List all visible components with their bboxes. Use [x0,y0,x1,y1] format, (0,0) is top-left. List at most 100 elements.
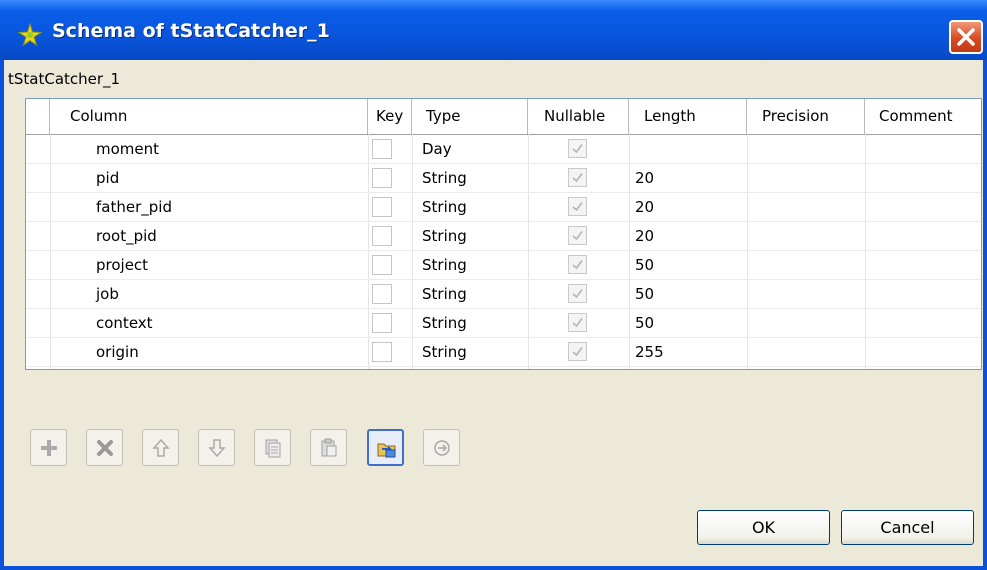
checkmark-icon [572,260,583,270]
cell-column[interactable]: origin [50,338,368,366]
window-title: Schema of tStatCatcher_1 [52,20,330,42]
checkmark-icon [572,231,583,241]
copy-icon [265,439,281,458]
nullable-checkbox[interactable] [568,284,587,303]
schema-name-label: tStatCatcher_1 [8,70,121,88]
paste-icon [321,438,337,457]
table-row[interactable]: context String 50 [26,309,981,338]
key-checkbox[interactable] [372,168,392,188]
table-row[interactable]: pid String 20 [26,164,981,193]
header-type[interactable]: Type [412,99,528,134]
delete-button[interactable] [86,429,123,466]
cell-comment[interactable] [865,367,981,369]
cell-type[interactable]: String [412,338,528,366]
cell-column[interactable]: father_pid [50,193,368,221]
cell-column[interactable]: project [50,251,368,279]
header-column[interactable]: Column [50,99,368,134]
cell-precision[interactable] [747,222,865,250]
header-nullable[interactable]: Nullable [528,99,629,134]
header-comment[interactable]: Comment [865,99,981,134]
key-checkbox[interactable] [372,313,392,333]
nullable-checkbox[interactable] [568,226,587,245]
add-button[interactable] [30,429,67,466]
cell-comment[interactable] [865,135,981,163]
copy-button[interactable] [254,429,291,466]
table-row[interactable]: job String 50 [26,280,981,309]
table-row[interactable]: root_pid String 20 [26,222,981,251]
cell-type[interactable]: String [412,164,528,192]
cell-column[interactable]: message [50,367,368,369]
key-checkbox[interactable] [372,342,392,362]
key-checkbox[interactable] [372,284,392,304]
cell-column[interactable]: job [50,280,368,308]
cell-type[interactable]: Day [412,135,528,163]
cell-column[interactable]: moment [50,135,368,163]
export-schema-button[interactable] [423,429,460,466]
cell-type[interactable]: String [412,367,528,369]
cell-length[interactable]: 20 [629,222,747,250]
cell-precision[interactable] [747,367,865,369]
key-checkbox[interactable] [372,139,392,159]
cell-length[interactable]: 20 [629,164,747,192]
cell-comment[interactable] [865,222,981,250]
cell-precision[interactable] [747,309,865,337]
move-down-button[interactable] [198,429,235,466]
nullable-checkbox[interactable] [568,168,587,187]
cell-type[interactable]: String [412,280,528,308]
close-button[interactable] [949,20,983,54]
cell-length[interactable]: 20 [629,193,747,221]
nullable-checkbox[interactable] [568,139,587,158]
cell-comment[interactable] [865,338,981,366]
cell-precision[interactable] [747,193,865,221]
header-precision[interactable]: Precision [747,99,865,134]
move-up-button[interactable] [142,429,179,466]
table-row[interactable]: project String 50 [26,251,981,280]
nullable-checkbox[interactable] [568,313,587,332]
cell-comment[interactable] [865,309,981,337]
cell-precision[interactable] [747,164,865,192]
cell-length[interactable]: 255 [629,367,747,369]
header-length[interactable]: Length [629,99,747,134]
cell-column[interactable]: context [50,309,368,337]
cell-column[interactable]: pid [50,164,368,192]
cell-comment[interactable] [865,164,981,192]
cell-comment[interactable] [865,193,981,221]
cell-type[interactable]: String [412,193,528,221]
export-schema-icon [434,440,450,456]
cell-precision[interactable] [747,251,865,279]
cell-length[interactable]: 50 [629,280,747,308]
key-checkbox[interactable] [372,226,392,246]
table-row[interactable]: message String 255 [26,367,981,369]
table-row[interactable]: father_pid String 20 [26,193,981,222]
cell-precision[interactable] [747,135,865,163]
key-checkbox[interactable] [372,197,392,217]
cell-type[interactable]: String [412,251,528,279]
table-row[interactable]: origin String 255 [26,338,981,367]
nullable-checkbox[interactable] [568,342,587,361]
close-icon [957,28,975,46]
cancel-button[interactable]: Cancel [841,510,974,545]
cell-precision[interactable] [747,280,865,308]
cell-comment[interactable] [865,251,981,279]
cell-precision[interactable] [747,338,865,366]
table-row[interactable]: moment Day [26,135,981,164]
paste-button[interactable] [310,429,347,466]
cell-comment[interactable] [865,280,981,308]
header-key[interactable]: Key [368,99,412,134]
cell-type[interactable]: String [412,309,528,337]
cell-length[interactable] [629,135,747,163]
cell-length[interactable]: 50 [629,251,747,279]
delete-icon [97,440,113,456]
cell-length[interactable]: 255 [629,338,747,366]
cell-length[interactable]: 50 [629,309,747,337]
cell-column[interactable]: root_pid [50,222,368,250]
cell-type[interactable]: String [412,222,528,250]
key-checkbox[interactable] [372,255,392,275]
ok-button[interactable]: OK [697,510,830,545]
nullable-checkbox[interactable] [568,197,587,216]
checkmark-icon [572,173,583,183]
import-schema-button[interactable] [367,429,404,466]
nullable-checkbox[interactable] [568,255,587,274]
title-bar[interactable]: Schema of tStatCatcher_1 [0,0,987,60]
schema-table[interactable]: Column Key Type Nullable Length Precisio… [25,98,982,370]
